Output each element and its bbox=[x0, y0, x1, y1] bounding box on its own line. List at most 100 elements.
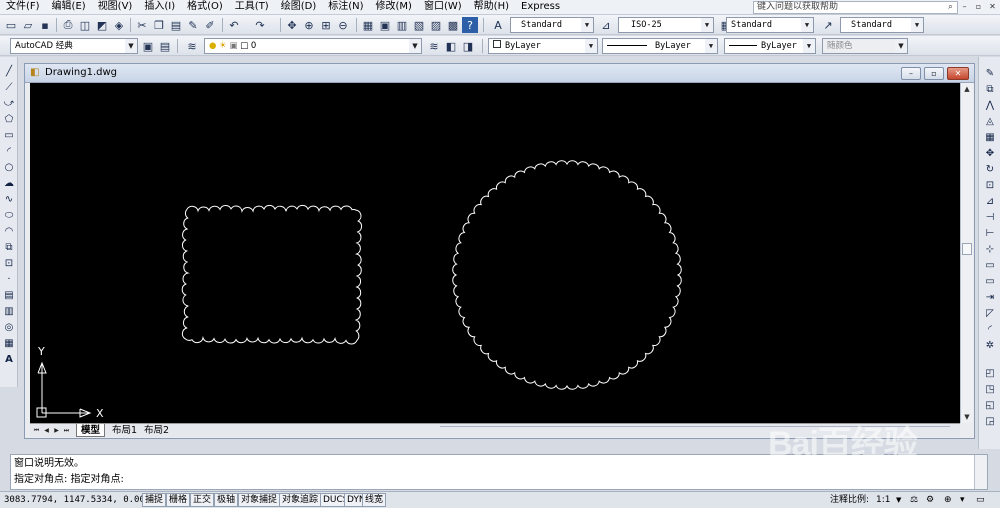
menu-item[interactable]: 工具(T) bbox=[229, 0, 275, 14]
tab-next-icon[interactable]: ▶ bbox=[52, 425, 61, 436]
pan-icon[interactable]: ✥ bbox=[284, 17, 300, 33]
multiline-text-icon[interactable]: A bbox=[2, 353, 16, 367]
help-icon[interactable]: ? bbox=[462, 17, 478, 33]
rectangle-icon[interactable]: ▭ bbox=[2, 129, 16, 143]
chevron-down-icon[interactable]: ▼ bbox=[896, 493, 901, 507]
stretch-icon[interactable]: ⊿ bbox=[983, 195, 997, 209]
publish-icon[interactable]: ◩ bbox=[94, 17, 110, 33]
menu-item[interactable]: 修改(M) bbox=[370, 0, 418, 14]
open-file-icon[interactable]: ▱ bbox=[20, 17, 36, 33]
sheet-set-icon[interactable]: ▧ bbox=[411, 17, 427, 33]
break-icon[interactable]: ▭ bbox=[983, 259, 997, 273]
menu-item[interactable]: 帮助(H) bbox=[468, 0, 515, 14]
command-scrollbar[interactable] bbox=[974, 455, 987, 489]
scale-icon[interactable]: ⊡ bbox=[983, 179, 997, 193]
3d-publish-icon[interactable]: ◈ bbox=[111, 17, 127, 33]
lineweight-toggle[interactable]: 线宽 bbox=[362, 493, 387, 507]
revision-cloud-circle[interactable] bbox=[452, 160, 682, 390]
layer-select[interactable]: ● ☀ ▣ □ 0 ▼ bbox=[204, 38, 422, 54]
doc-minimize-button[interactable]: – bbox=[901, 67, 921, 80]
make-current-layer-icon[interactable]: ≋ bbox=[426, 38, 442, 54]
lock-icon[interactable]: ⊕ bbox=[944, 493, 952, 507]
move-icon[interactable]: ✥ bbox=[983, 147, 997, 161]
array-icon[interactable]: ▦ bbox=[983, 131, 997, 145]
markup-icon[interactable]: ▨ bbox=[428, 17, 444, 33]
grid-toggle[interactable]: 栅格 bbox=[166, 493, 191, 507]
color-select[interactable]: ByLayer ▼ bbox=[488, 38, 598, 54]
close-icon[interactable]: ✕ bbox=[987, 1, 998, 12]
ellipse-icon[interactable]: ⬭ bbox=[2, 209, 16, 223]
copy-icon[interactable]: ❐ bbox=[151, 17, 167, 33]
tab-layout1[interactable]: 布局1 bbox=[108, 424, 141, 437]
draworder-front-icon[interactable]: ◰ bbox=[983, 367, 997, 381]
region-icon[interactable]: ◎ bbox=[2, 321, 16, 335]
point-icon[interactable]: · bbox=[2, 273, 16, 287]
line-icon[interactable]: ╱ bbox=[2, 65, 16, 79]
text-style-select[interactable]: Standard ▼ bbox=[510, 17, 594, 33]
menu-item[interactable]: 编辑(E) bbox=[46, 0, 92, 14]
snap-toggle[interactable]: 捕捉 bbox=[142, 493, 167, 507]
match-properties-icon[interactable]: ✎ bbox=[185, 17, 201, 33]
menu-item[interactable]: Express bbox=[515, 0, 566, 14]
hatch-icon[interactable]: ▤ bbox=[2, 289, 16, 303]
join-icon[interactable]: ▭ bbox=[983, 275, 997, 289]
undo-icon[interactable]: ↶ bbox=[226, 17, 242, 33]
draworder-above-icon[interactable]: ◱ bbox=[983, 399, 997, 413]
plot-preview-icon[interactable]: ◫ bbox=[77, 17, 93, 33]
tab-first-icon[interactable]: ⏮ bbox=[32, 425, 41, 436]
redo-icon[interactable]: ↷ bbox=[252, 17, 268, 33]
cut-icon[interactable]: ✂ bbox=[134, 17, 150, 33]
multileader-style-select[interactable]: Standard ▼ bbox=[840, 17, 924, 33]
lineweight-select[interactable]: ByLayer ▼ bbox=[724, 38, 816, 54]
erase-icon[interactable]: ✎ bbox=[983, 67, 997, 81]
save-icon[interactable]: ▪ bbox=[37, 17, 53, 33]
paste-icon[interactable]: ▤ bbox=[168, 17, 184, 33]
draworder-under-icon[interactable]: ◲ bbox=[983, 415, 997, 429]
canvas-horizontal-scrollbar[interactable] bbox=[440, 426, 950, 435]
menu-item[interactable]: 绘图(D) bbox=[275, 0, 323, 14]
otrack-toggle[interactable]: 对象追踪 bbox=[279, 493, 322, 507]
scroll-down-icon[interactable]: ▼ bbox=[961, 411, 973, 423]
polygon-icon[interactable]: ⬠ bbox=[2, 113, 16, 127]
break-at-point-icon[interactable]: ⊹ bbox=[983, 243, 997, 257]
polar-toggle[interactable]: 极轴 bbox=[214, 493, 239, 507]
construction-line-icon[interactable]: ⟋ bbox=[2, 81, 16, 95]
explode-icon[interactable]: ✲ bbox=[983, 339, 997, 353]
layer-manager-icon[interactable]: ≋ bbox=[184, 38, 200, 54]
auto-scale-icon[interactable]: ⚙ bbox=[926, 493, 934, 507]
text-style-icon[interactable]: A bbox=[490, 17, 506, 33]
tool-palettes-icon[interactable]: ▥ bbox=[394, 17, 410, 33]
extend-icon[interactable]: ⊢ bbox=[983, 227, 997, 241]
table-style-select[interactable]: Standard ▼ bbox=[726, 17, 814, 33]
tab-layout2[interactable]: 布局2 bbox=[140, 424, 173, 437]
polyline-icon[interactable]: ⤻ bbox=[2, 97, 16, 111]
make-block-icon[interactable]: ⊡ bbox=[2, 257, 16, 271]
menu-item[interactable]: 插入(I) bbox=[138, 0, 181, 14]
command-window[interactable]: 窗口说明无效。 指定对角点: 指定对角点: bbox=[10, 454, 988, 490]
layer-states-icon[interactable]: ◨ bbox=[460, 38, 476, 54]
workspace-save-icon[interactable]: ▤ bbox=[157, 38, 173, 54]
revision-cloud-icon[interactable]: ☁ bbox=[2, 177, 16, 191]
arc-icon[interactable]: ◜ bbox=[2, 145, 16, 159]
chamfer-icon[interactable]: ⇥ bbox=[983, 291, 997, 305]
circle-icon[interactable]: ○ bbox=[2, 161, 16, 175]
linetype-select[interactable]: ByLayer ▼ bbox=[602, 38, 718, 54]
clean-screen-icon[interactable]: ▭ bbox=[976, 493, 985, 507]
minimize-icon[interactable]: – bbox=[959, 1, 970, 12]
tray-settings-icon[interactable]: ▾ bbox=[960, 493, 965, 507]
command-prompt-line[interactable]: 指定对角点: 指定对角点: bbox=[14, 474, 124, 486]
new-file-icon[interactable]: ▭ bbox=[3, 17, 19, 33]
annotation-scale-value[interactable]: 1:1 bbox=[876, 493, 890, 507]
annotation-visibility-icon[interactable]: ⚖ bbox=[910, 493, 918, 507]
plotstyle-select[interactable]: 随颜色 ▼ bbox=[822, 38, 908, 54]
properties-icon[interactable]: ▦ bbox=[360, 17, 376, 33]
zoom-window-icon[interactable]: ⊞ bbox=[318, 17, 334, 33]
tab-prev-icon[interactable]: ◀ bbox=[42, 425, 51, 436]
copy-object-icon[interactable]: ⧉ bbox=[983, 83, 997, 97]
canvas-vertical-scrollbar[interactable]: ▲ ▼ bbox=[960, 83, 973, 423]
help-search-input[interactable]: 键入问题以获取帮助 bbox=[753, 1, 958, 14]
print-icon[interactable]: ⎙ bbox=[60, 17, 76, 33]
menu-item[interactable]: 文件(F) bbox=[0, 0, 46, 14]
block-editor-icon[interactable]: ✐ bbox=[202, 17, 218, 33]
revision-cloud-rectangle[interactable] bbox=[181, 204, 363, 345]
